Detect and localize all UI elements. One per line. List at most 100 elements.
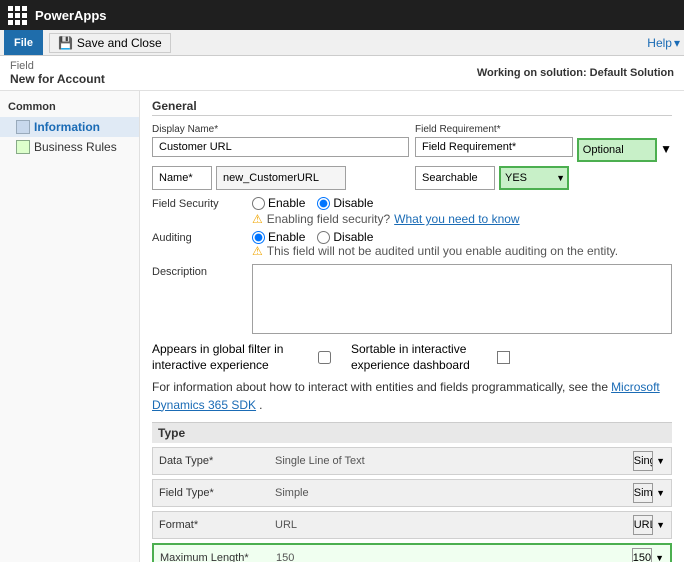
sortable-label: Sortable in interactive experience dashb…: [351, 342, 491, 373]
searchable-select[interactable]: YES NO: [499, 166, 569, 190]
auditing-warning-icon: ⚠: [252, 244, 263, 258]
field-security-label: Field Security: [152, 196, 242, 210]
field-type-row: Field Type* Simple Simple ▼: [152, 479, 672, 507]
data-type-arrow-icon: ▼: [656, 456, 665, 466]
sidebar-item-business-rules[interactable]: Business Rules: [0, 137, 139, 157]
field-req-arrow-icon: ▼: [660, 142, 672, 156]
name-label-input[interactable]: [152, 166, 212, 190]
format-row: Format* URL URL ▼: [152, 511, 672, 539]
working-on-label: Working on solution: Default Solution: [477, 67, 674, 79]
app-title: PowerApps: [35, 8, 107, 23]
max-length-value: 150: [276, 552, 626, 562]
format-arrow-icon: ▼: [656, 520, 665, 530]
display-name-group: Display Name*: [152, 124, 409, 162]
field-type-value: Simple: [275, 487, 627, 499]
data-type-value: Single Line of Text: [275, 455, 627, 467]
fs-disable-label[interactable]: Disable: [317, 196, 373, 210]
max-length-select-wrapper: 150 ▼: [632, 548, 664, 562]
floppy-icon: 💾: [58, 36, 73, 50]
field-security-row: Field Security Enable Disable ⚠ Enabling…: [152, 196, 672, 226]
fs-enable-label[interactable]: Enable: [252, 196, 305, 210]
waffle-icon[interactable]: [8, 6, 27, 25]
info-text-row: For information about how to interact wi…: [152, 379, 672, 414]
name-group: [152, 166, 409, 190]
searchable-group: YES NO ▼: [415, 166, 672, 190]
format-label: Format*: [159, 519, 269, 531]
auditing-row: Auditing Enable Disable ⚠ This field wil…: [152, 230, 672, 258]
sidebar-item-information[interactable]: Information: [0, 117, 139, 137]
searchable-select-wrapper: YES NO ▼: [499, 166, 569, 190]
file-button[interactable]: File: [4, 30, 43, 55]
sortable-item: Sortable in interactive experience dashb…: [351, 342, 510, 373]
max-length-row: Maximum Length* 150 150 ▼: [152, 543, 672, 562]
field-security-radio-group: Enable Disable: [252, 196, 520, 210]
global-filter-checkbox[interactable]: [318, 351, 331, 364]
name-searchable-row: YES NO ▼: [152, 166, 672, 190]
global-filter-label: Appears in global filter in interactive …: [152, 342, 312, 373]
max-length-label: Maximum Length*: [160, 552, 270, 562]
format-select[interactable]: URL: [633, 515, 653, 535]
field-type-select-wrapper: Simple ▼: [633, 483, 665, 503]
field-req-select[interactable]: Optional Required: [577, 138, 657, 162]
chevron-down-icon: ▾: [674, 36, 680, 50]
auditing-warning-row: ⚠ This field will not be audited until y…: [252, 244, 618, 258]
global-filter-row: Appears in global filter in interactive …: [152, 342, 672, 373]
top-bar: PowerApps: [0, 0, 684, 30]
sidebar-section-common: Common: [0, 97, 139, 117]
field-type-label: Field Type*: [159, 487, 269, 499]
sub-header: Field New for Account Working on solutio…: [0, 56, 684, 91]
data-type-label: Data Type*: [159, 455, 269, 467]
format-select-wrapper: URL ▼: [633, 515, 665, 535]
field-type-arrow-icon: ▼: [656, 488, 665, 498]
rules-icon: [16, 140, 30, 154]
aud-enable-radio[interactable]: [252, 231, 265, 244]
fs-enable-radio[interactable]: [252, 197, 265, 210]
field-req-input[interactable]: [415, 137, 573, 157]
main-content: Common Information Business Rules Genera…: [0, 91, 684, 562]
content-area: General Display Name* Field Requirement*…: [140, 91, 684, 562]
fs-warning-row: ⚠ Enabling field security? What you need…: [252, 212, 520, 226]
auditing-radio-group: Enable Disable: [252, 230, 618, 244]
field-label: Field: [10, 60, 105, 72]
auditing-label: Auditing: [152, 230, 242, 244]
info-text-content: For information about how to interact wi…: [152, 380, 608, 394]
field-req-label: Field Requirement*: [415, 124, 573, 135]
sidebar: Common Information Business Rules: [0, 91, 140, 562]
fs-disable-radio[interactable]: [317, 197, 330, 210]
aud-enable-label[interactable]: Enable: [252, 230, 305, 244]
display-name-label: Display Name*: [152, 124, 409, 135]
aud-disable-label[interactable]: Disable: [317, 230, 373, 244]
warning-icon: ⚠: [252, 212, 263, 226]
data-type-select-wrapper: Single Line of Text ▼: [633, 451, 665, 471]
description-textarea[interactable]: [252, 264, 672, 334]
fs-link[interactable]: What you need to know: [394, 212, 519, 226]
save-close-button[interactable]: 💾 Save and Close: [49, 33, 171, 53]
data-type-row: Data Type* Single Line of Text Single Li…: [152, 447, 672, 475]
name-value-input[interactable]: [216, 166, 346, 190]
auditing-warning-text: This field will not be audited until you…: [267, 244, 618, 258]
display-name-input[interactable]: [152, 137, 409, 157]
searchable-label-input[interactable]: [415, 166, 495, 190]
field-req-group: Field Requirement* Optional Required ▼: [415, 124, 672, 162]
data-type-select[interactable]: Single Line of Text: [633, 451, 653, 471]
description-row: Description: [152, 264, 672, 334]
type-section: Type Data Type* Single Line of Text Sing…: [152, 422, 672, 562]
page-icon: [16, 120, 30, 134]
fs-warning-text: Enabling field security?: [267, 212, 390, 226]
field-req-select-wrapper: Optional Required ▼: [577, 138, 672, 162]
field-sub-title: New for Account: [10, 72, 105, 86]
field-req-inner: Field Requirement*: [415, 124, 573, 162]
sortable-checkbox[interactable]: [497, 351, 510, 364]
format-value: URL: [275, 519, 627, 531]
field-security-content: Enable Disable ⚠ Enabling field security…: [252, 196, 520, 226]
display-name-row: Display Name* Field Requirement* Optiona…: [152, 124, 672, 162]
field-type-select[interactable]: Simple: [633, 483, 653, 503]
help-button[interactable]: Help ▾: [647, 36, 680, 50]
ribbon-bar: File 💾 Save and Close Help ▾: [0, 30, 684, 56]
info-period: .: [259, 398, 262, 412]
description-label: Description: [152, 264, 242, 278]
max-length-select[interactable]: 150: [632, 548, 652, 562]
global-filter-item: Appears in global filter in interactive …: [152, 342, 331, 373]
aud-disable-radio[interactable]: [317, 231, 330, 244]
sidebar-item-label-business-rules: Business Rules: [34, 140, 117, 154]
